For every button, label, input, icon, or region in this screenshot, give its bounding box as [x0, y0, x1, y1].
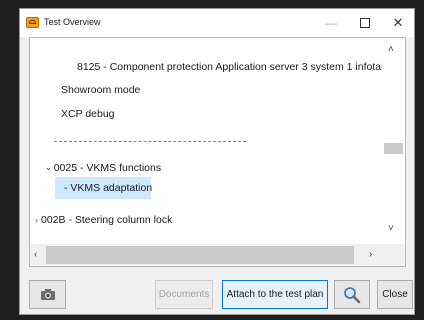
search-button[interactable] [334, 280, 370, 309]
window-title: Test Overview [44, 17, 101, 27]
close-window-button[interactable]: ✕ [383, 9, 413, 37]
documents-button[interactable]: Documents [155, 280, 213, 309]
tree-item-0025-vkms-functions[interactable]: ⌄ 0025 - VKMS functions [45, 162, 161, 174]
tree-item-002b-steering-column-lock[interactable]: › 002B - Steering column lock [35, 214, 172, 226]
minimize-button[interactable]: — [316, 9, 346, 37]
tree-item-label: 002B - Steering column lock [41, 214, 173, 226]
separator-line [54, 141, 246, 142]
tree-item-vkms-adaptation[interactable]: - VKMS adaptation [64, 182, 152, 194]
attach-to-test-plan-button[interactable]: Attach to the test plan [222, 280, 328, 309]
scrollbar-corner [382, 244, 405, 266]
tree-item-showroom-mode[interactable]: Showroom mode [61, 84, 140, 96]
vertical-scroll-thumb[interactable] [384, 143, 403, 154]
screenshot-button[interactable] [29, 280, 66, 309]
title-bar: Test Overview — ✕ [20, 9, 414, 37]
scroll-up-icon[interactable]: ˄ [388, 44, 394, 55]
close-button[interactable]: Close [377, 280, 413, 309]
horizontal-scrollbar[interactable]: ‹ › [30, 244, 382, 266]
maximize-icon [360, 18, 370, 28]
scroll-right-icon[interactable]: › [369, 249, 372, 260]
scroll-left-icon[interactable]: ‹ [34, 249, 37, 260]
chevron-right-icon[interactable]: › [35, 215, 38, 225]
tree-item-xcp-debug[interactable]: XCP debug [61, 108, 115, 120]
magnifier-icon [344, 286, 361, 303]
horizontal-scroll-thumb[interactable] [46, 246, 354, 264]
tree-item-label: 0025 - VKMS functions [53, 162, 162, 174]
app-logo-icon [26, 17, 39, 28]
test-tree-list[interactable]: 8125 - Component protection Application … [29, 37, 406, 267]
maximize-button[interactable] [350, 9, 380, 37]
camera-icon [40, 289, 55, 300]
chevron-down-icon[interactable]: ⌄ [45, 163, 52, 172]
minimize-icon: — [325, 16, 337, 30]
test-overview-window: Test Overview — ✕ 8125 - Component prote… [19, 8, 415, 315]
close-icon: ✕ [392, 15, 404, 30]
scroll-down-icon[interactable]: ˅ [388, 223, 394, 234]
vertical-scrollbar[interactable]: ˄ ˅ [382, 38, 405, 244]
tree-item-8125[interactable]: 8125 - Component protection Application … [77, 61, 398, 73]
